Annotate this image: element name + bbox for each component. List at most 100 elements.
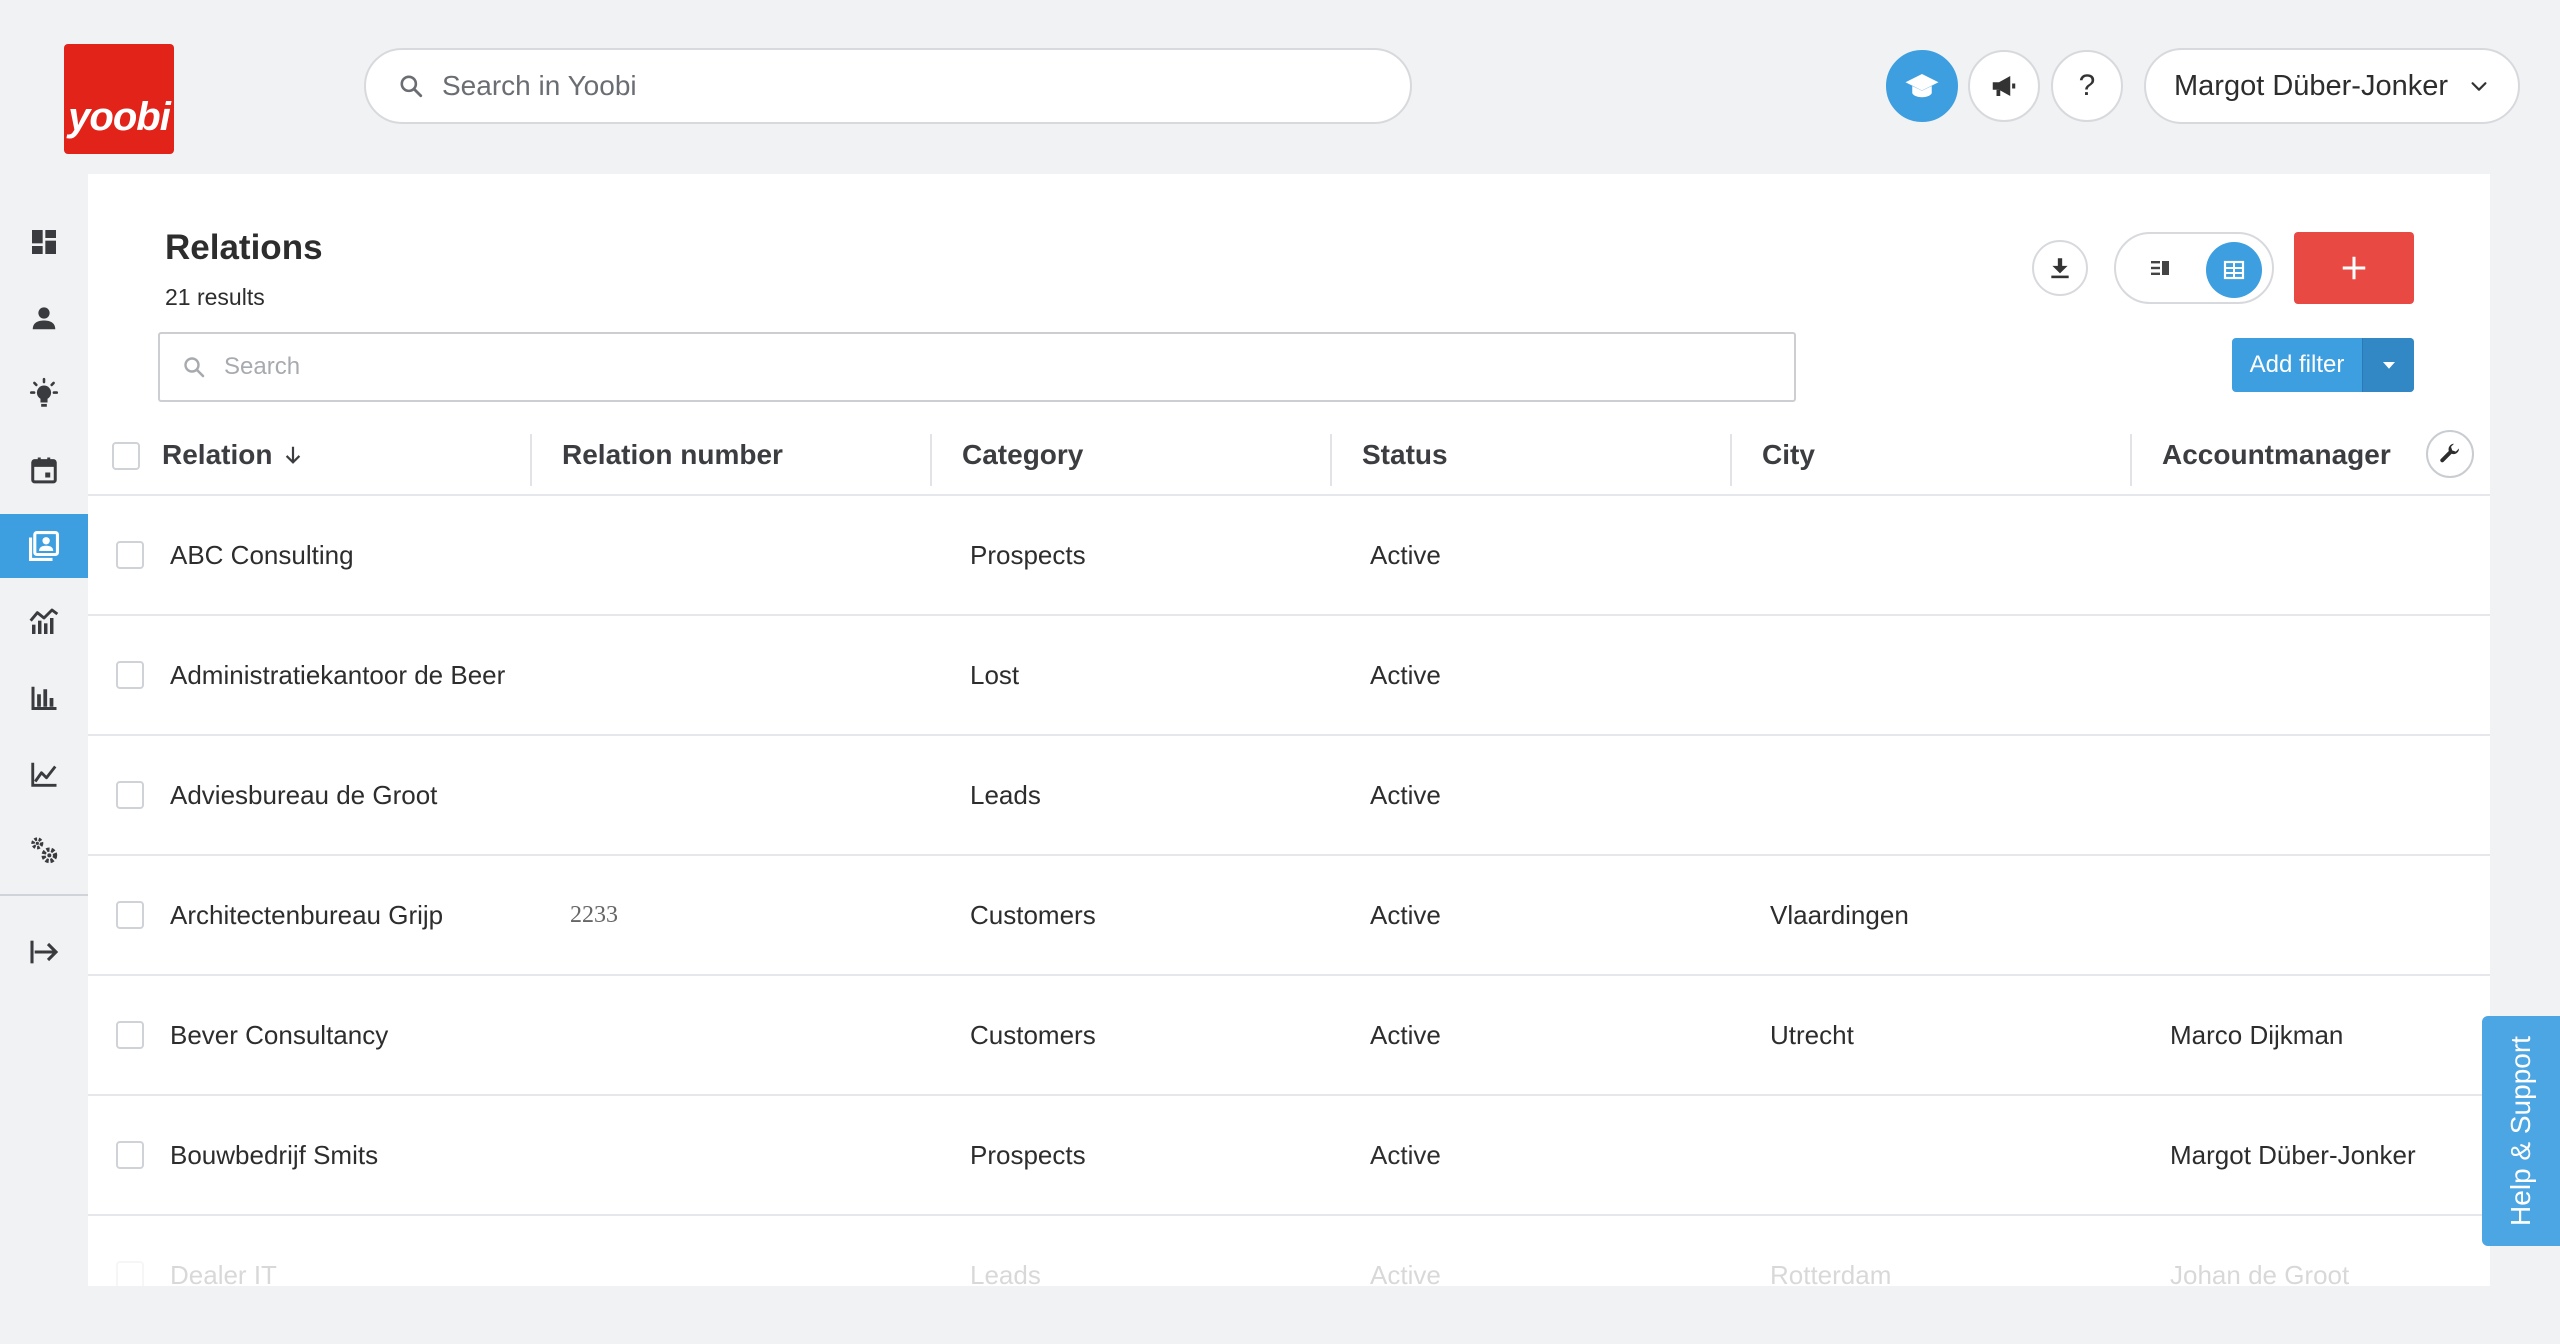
relations-search[interactable] (158, 332, 1796, 402)
sidebar-item-analytics[interactable] (0, 742, 88, 806)
column-header-category[interactable]: Category (962, 424, 1083, 486)
list-view-button[interactable] (2134, 242, 2186, 294)
relation-name[interactable]: Administratiekantoor de Beer (170, 616, 505, 734)
sidebar-item-reports[interactable] (0, 666, 88, 730)
global-search-input[interactable] (442, 70, 1342, 102)
relation-city: Rotterdam (1770, 1259, 1892, 1287)
help-support-tab[interactable]: Help & Support (2482, 1016, 2560, 1246)
sidebar-divider (0, 894, 88, 896)
table-row[interactable]: Bever Consultancy Customers Active Utrec… (88, 976, 2490, 1096)
relation-category: Prospects (970, 539, 1086, 570)
expand-arrow-icon (28, 936, 60, 968)
help-support-label: Help & Support (2505, 1036, 2537, 1226)
row-checkbox[interactable] (116, 901, 144, 929)
announcements-button[interactable] (1968, 50, 2040, 122)
sidebar-item-settings[interactable] (0, 818, 88, 882)
sidebar-collapse-toggle[interactable] (0, 920, 88, 984)
search-icon (398, 73, 424, 99)
table-view-icon (2222, 258, 2246, 282)
download-button[interactable] (2032, 240, 2088, 296)
sidebar-item-ideas[interactable] (0, 362, 88, 426)
relation-category: Leads (970, 779, 1041, 810)
sidebar-item-people[interactable] (0, 286, 88, 350)
row-checkbox[interactable] (116, 661, 144, 689)
add-relation-button[interactable] (2294, 232, 2414, 304)
academy-button[interactable] (1886, 50, 1958, 122)
relation-accountmanager: Margot Düber-Jonker (2170, 1139, 2416, 1170)
table-row[interactable]: Architectenbureau Grijp 2233 Customers A… (88, 856, 2490, 976)
row-checkbox[interactable] (116, 1141, 144, 1169)
table-header: Relation Relation number Category Status… (88, 424, 2490, 496)
relation-accountmanager: Marco Dijkman (2170, 1019, 2344, 1050)
table-row[interactable]: Dealer IT Leads Active Rotterdam Johan d… (88, 1216, 2490, 1286)
relation-category: Customers (970, 899, 1096, 930)
row-checkbox[interactable] (116, 1021, 144, 1049)
table-row[interactable]: Administratiekantoor de Beer Lost Active (88, 616, 2490, 736)
relation-status: Active (1370, 1019, 1441, 1050)
relation-category: Leads (970, 1259, 1041, 1287)
relation-category: Lost (970, 659, 1020, 690)
person-icon (29, 303, 59, 333)
row-checkbox[interactable] (116, 541, 144, 569)
column-separator (1730, 434, 1732, 486)
row-checkbox[interactable] (116, 781, 144, 809)
user-menu[interactable]: Margot Düber-Jonker (2144, 48, 2520, 124)
table-row[interactable]: Bouwbedrijf Smits Prospects Active Margo… (88, 1096, 2490, 1216)
column-separator (930, 434, 932, 486)
add-filter-button[interactable]: Add filter (2232, 338, 2414, 392)
contacts-icon (27, 529, 61, 563)
column-header-status[interactable]: Status (1362, 424, 1448, 486)
dashboard-icon (28, 226, 60, 258)
column-settings-button[interactable] (2426, 430, 2474, 478)
academy-icon (1904, 68, 1940, 104)
relation-name[interactable]: ABC Consulting (170, 496, 354, 614)
relation-name[interactable]: Architectenbureau Grijp (170, 856, 443, 974)
relation-number: 2233 (570, 901, 618, 928)
relation-city: Vlaardingen (1770, 899, 1909, 930)
search-icon (182, 355, 206, 379)
sort-descending-icon (282, 444, 304, 466)
user-name: Margot Düber-Jonker (2174, 69, 2448, 102)
relation-name[interactable]: Dealer IT (170, 1216, 277, 1287)
trend-chart-icon (28, 606, 60, 638)
calendar-icon (29, 455, 59, 485)
yoobi-logo[interactable]: yoobi (64, 44, 174, 154)
table-row[interactable]: Adviesbureau de Groot Leads Active (88, 736, 2490, 856)
column-header-accountmanager[interactable]: Accountmanager (2162, 424, 2391, 486)
sidebar-item-dashboard[interactable] (0, 210, 88, 274)
results-count: 21 results (165, 284, 265, 310)
table-row[interactable]: ABC Consulting Prospects Active (88, 496, 2490, 616)
sidebar-item-calendar[interactable] (0, 438, 88, 502)
chevron-down-icon (2468, 75, 2490, 97)
global-search[interactable] (364, 48, 1412, 124)
relation-name[interactable]: Bever Consultancy (170, 976, 388, 1094)
relation-status: Active (1370, 899, 1441, 930)
column-header-relation[interactable]: Relation (162, 424, 304, 486)
column-header-relation-number[interactable]: Relation number (562, 424, 783, 486)
sidebar (0, 210, 88, 996)
sidebar-item-relations[interactable] (0, 514, 88, 578)
plus-icon (2339, 253, 2369, 283)
select-all-checkbox[interactable] (112, 442, 140, 470)
sidebar-item-sales[interactable] (0, 590, 88, 654)
relation-status: Active (1370, 1259, 1441, 1287)
add-filter-label: Add filter (2249, 351, 2345, 378)
filter-dropdown-caret-icon[interactable] (2362, 338, 2414, 392)
relation-status: Active (1370, 1139, 1441, 1170)
download-icon (2047, 255, 2073, 281)
list-view-icon (2148, 256, 2172, 280)
relation-name[interactable]: Adviesbureau de Groot (170, 736, 437, 854)
relation-name[interactable]: Bouwbedrijf Smits (170, 1096, 378, 1214)
table-view-button[interactable] (2206, 242, 2262, 298)
row-checkbox[interactable] (116, 1261, 144, 1286)
column-header-city[interactable]: City (1762, 424, 1815, 486)
relations-table-body: ABC Consulting Prospects Active Administ… (88, 496, 2490, 1286)
column-separator (530, 434, 532, 486)
relations-search-input[interactable] (224, 353, 1724, 381)
bar-chart-icon (29, 683, 59, 713)
relation-category: Prospects (970, 1139, 1086, 1170)
help-button[interactable]: ? (2051, 50, 2123, 122)
wrench-icon (2438, 442, 2462, 466)
relation-accountmanager: Johan de Groot (2170, 1259, 2350, 1287)
relation-status: Active (1370, 659, 1441, 690)
